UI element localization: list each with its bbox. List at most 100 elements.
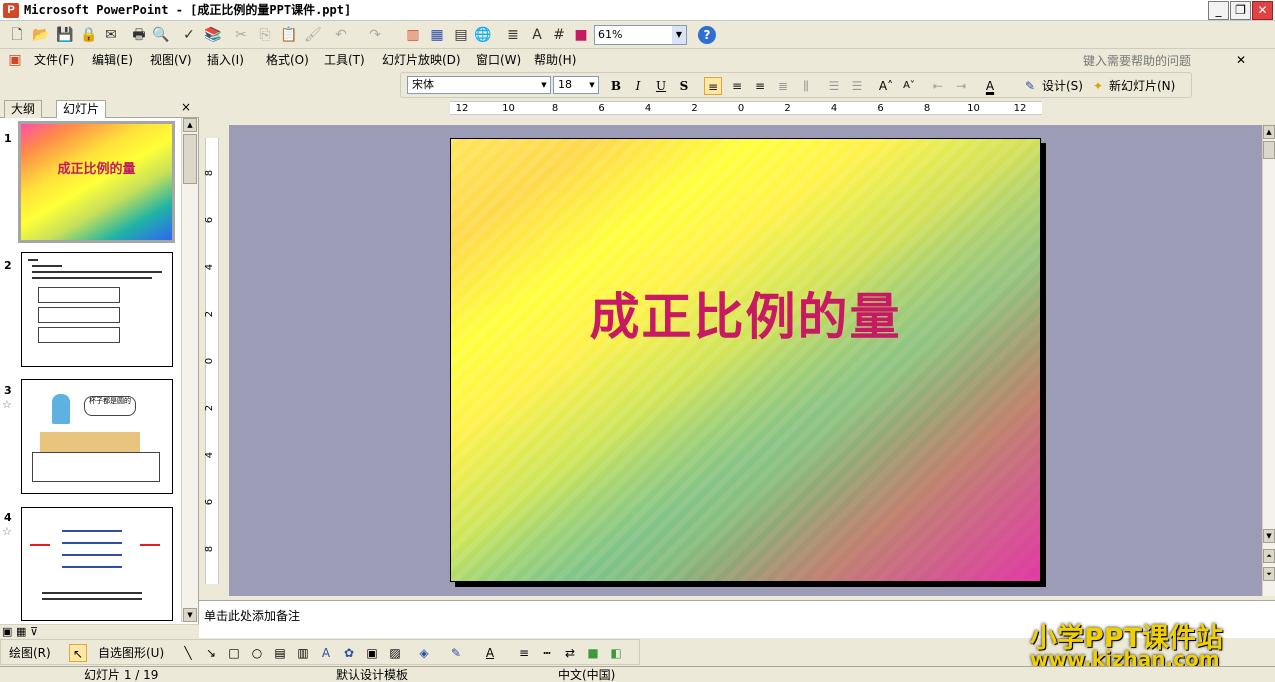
increase-font-icon[interactable]: A˄ bbox=[877, 77, 895, 95]
slide-thumbnail-4[interactable] bbox=[21, 507, 173, 621]
justify-icon[interactable]: ≣ bbox=[774, 77, 792, 95]
font-size-select[interactable]: 18 ▼ bbox=[553, 76, 599, 94]
design-button[interactable]: 设计(S) bbox=[1042, 78, 1083, 94]
previous-slide-icon[interactable]: ⏶ bbox=[1263, 549, 1275, 563]
select-pointer-icon[interactable]: ↖ bbox=[69, 644, 87, 662]
tab-outline[interactable]: 大纲 bbox=[4, 100, 43, 118]
diagram-icon[interactable]: ✿ bbox=[340, 644, 358, 662]
oval-icon[interactable]: ○ bbox=[248, 644, 266, 662]
textbox-icon[interactable]: ▤ bbox=[271, 644, 289, 662]
new-slide-icon[interactable]: ✦ bbox=[1089, 77, 1107, 95]
dash-style-icon[interactable]: ┅ bbox=[538, 644, 556, 662]
menu-insert[interactable]: 插入(I) bbox=[207, 52, 244, 68]
menu-window[interactable]: 窗口(W) bbox=[476, 52, 521, 68]
tab-slides[interactable]: 幻灯片 bbox=[56, 100, 107, 118]
normal-view-icon[interactable]: ▣ bbox=[2, 625, 12, 638]
decrease-indent-icon[interactable]: ⇤ bbox=[929, 77, 947, 95]
align-left-icon[interactable]: ≡ bbox=[704, 77, 722, 95]
align-center-icon[interactable]: ≡ bbox=[728, 77, 746, 95]
expand-all-icon[interactable]: ≣ bbox=[504, 26, 522, 44]
notes-placeholder[interactable]: 单击此处添加备注 bbox=[204, 607, 300, 624]
shadow-button[interactable]: S bbox=[675, 77, 693, 95]
paste-icon[interactable]: 📋 bbox=[280, 26, 298, 44]
font-color-draw-icon[interactable]: A bbox=[481, 644, 499, 662]
arrow-icon[interactable]: ↘ bbox=[202, 644, 220, 662]
arrow-style-icon[interactable]: ⇄ bbox=[561, 644, 579, 662]
undo-icon[interactable]: ↶ bbox=[332, 26, 350, 44]
spelling-icon[interactable]: ✓ bbox=[180, 26, 198, 44]
scroll-down-icon[interactable]: ▼ bbox=[183, 608, 197, 622]
draw-menu-button[interactable]: 绘图(R) bbox=[9, 645, 51, 661]
slide-sorter-icon[interactable]: ▦ bbox=[16, 625, 26, 638]
font-color-icon[interactable]: A bbox=[981, 77, 999, 95]
line-icon[interactable]: ╲ bbox=[179, 644, 197, 662]
next-slide-icon[interactable]: ⏷ bbox=[1263, 567, 1275, 581]
slides-scrollbar[interactable]: ▲ ▼ bbox=[181, 118, 198, 622]
underline-button[interactable]: U bbox=[652, 77, 670, 95]
show-formatting-icon[interactable]: A bbox=[528, 26, 546, 44]
line-style-icon[interactable]: ≡ bbox=[515, 644, 533, 662]
clipart-icon[interactable]: ▣ bbox=[363, 644, 381, 662]
autoshapes-button[interactable]: 自选图形(U) bbox=[98, 645, 164, 661]
scroll-up-icon[interactable]: ▲ bbox=[183, 118, 197, 132]
menu-view[interactable]: 视图(V) bbox=[150, 52, 192, 68]
tables-borders-icon[interactable]: ▤ bbox=[452, 26, 470, 44]
chevron-down-icon[interactable]: ▼ bbox=[538, 77, 550, 93]
insert-table-icon[interactable]: ▦ bbox=[428, 26, 446, 44]
current-slide[interactable]: 成正比例的量 bbox=[450, 138, 1041, 582]
slide-thumbnail-1[interactable]: 成正比例的量 bbox=[18, 121, 175, 243]
bullets-icon[interactable]: ☰ bbox=[848, 77, 866, 95]
distribute-icon[interactable]: ⫼ bbox=[797, 77, 815, 95]
color-grayscale-icon[interactable]: ■ bbox=[572, 26, 590, 44]
minimize-button[interactable]: _ bbox=[1208, 1, 1229, 20]
scroll-thumb[interactable] bbox=[183, 134, 197, 184]
research-icon[interactable]: 📚 bbox=[204, 26, 222, 44]
scroll-thumb[interactable] bbox=[1263, 141, 1275, 159]
new-slide-button[interactable]: 新幻灯片(N) bbox=[1109, 78, 1175, 94]
menu-help[interactable]: 帮助(H) bbox=[534, 52, 576, 68]
chevron-down-icon[interactable]: ▼ bbox=[672, 26, 686, 44]
slide-title[interactable]: 成正比例的量 bbox=[451, 277, 1040, 349]
insert-chart-icon[interactable]: ▥ bbox=[404, 26, 422, 44]
slide-scrollbar[interactable]: ▲ ▼ ⏶ ⏷ bbox=[1262, 125, 1275, 596]
insert-picture-icon[interactable]: ▨ bbox=[386, 644, 404, 662]
scroll-down-icon[interactable]: ▼ bbox=[1263, 529, 1275, 543]
align-right-icon[interactable]: ≡ bbox=[751, 77, 769, 95]
slide-thumbnail-3[interactable]: 杯子都是圆的 bbox=[21, 379, 173, 494]
insert-hyperlink-icon[interactable]: 🌐 bbox=[474, 26, 492, 44]
menu-edit[interactable]: 编辑(E) bbox=[92, 52, 133, 68]
help-search-input[interactable]: 键入需要帮助的问题 bbox=[1083, 52, 1191, 69]
zoom-select[interactable]: 61% ▼ bbox=[594, 25, 687, 45]
chevron-down-icon[interactable]: ▼ bbox=[586, 77, 598, 93]
font-name-select[interactable]: 宋体 ▼ bbox=[407, 76, 551, 94]
close-pane-icon[interactable]: × bbox=[181, 100, 191, 114]
save-icon[interactable]: 💾 bbox=[56, 26, 74, 44]
close-document-icon[interactable]: ✕ bbox=[1236, 52, 1246, 68]
menu-format[interactable]: 格式(O) bbox=[266, 52, 309, 68]
help-icon[interactable]: ? bbox=[698, 26, 716, 44]
redo-icon[interactable]: ↷ bbox=[366, 26, 384, 44]
3d-style-icon[interactable]: ◧ bbox=[607, 644, 625, 662]
slide-thumbnail-2[interactable] bbox=[21, 252, 173, 367]
menu-slideshow[interactable]: 幻灯片放映(D) bbox=[382, 52, 461, 68]
line-color-icon[interactable]: ✎ bbox=[447, 644, 465, 662]
email-icon[interactable]: ✉ bbox=[102, 26, 120, 44]
slideshow-view-icon[interactable]: ⊽ bbox=[30, 625, 38, 638]
fill-color-icon[interactable]: ◈ bbox=[415, 644, 433, 662]
rectangle-icon[interactable]: □ bbox=[225, 644, 243, 662]
bold-button[interactable]: B bbox=[607, 77, 625, 95]
show-grid-icon[interactable]: # bbox=[550, 26, 568, 44]
new-document-icon[interactable]: 🗋 bbox=[8, 26, 26, 44]
document-icon[interactable]: ▣ bbox=[6, 51, 24, 69]
scroll-up-icon[interactable]: ▲ bbox=[1263, 125, 1275, 139]
format-painter-icon[interactable]: 🖌 bbox=[304, 26, 322, 44]
numbering-icon[interactable]: ☰ bbox=[825, 77, 843, 95]
copy-icon[interactable]: ⎘ bbox=[256, 26, 274, 44]
cut-icon[interactable]: ✂ bbox=[232, 26, 250, 44]
design-icon[interactable]: ✎ bbox=[1021, 77, 1039, 95]
permission-icon[interactable]: 🔒 bbox=[80, 26, 98, 44]
print-preview-icon[interactable]: 🔍 bbox=[152, 26, 170, 44]
print-icon[interactable]: 🖶 bbox=[130, 26, 148, 44]
wordart-icon[interactable]: A bbox=[317, 644, 335, 662]
maximize-button[interactable]: ❐ bbox=[1230, 1, 1251, 20]
